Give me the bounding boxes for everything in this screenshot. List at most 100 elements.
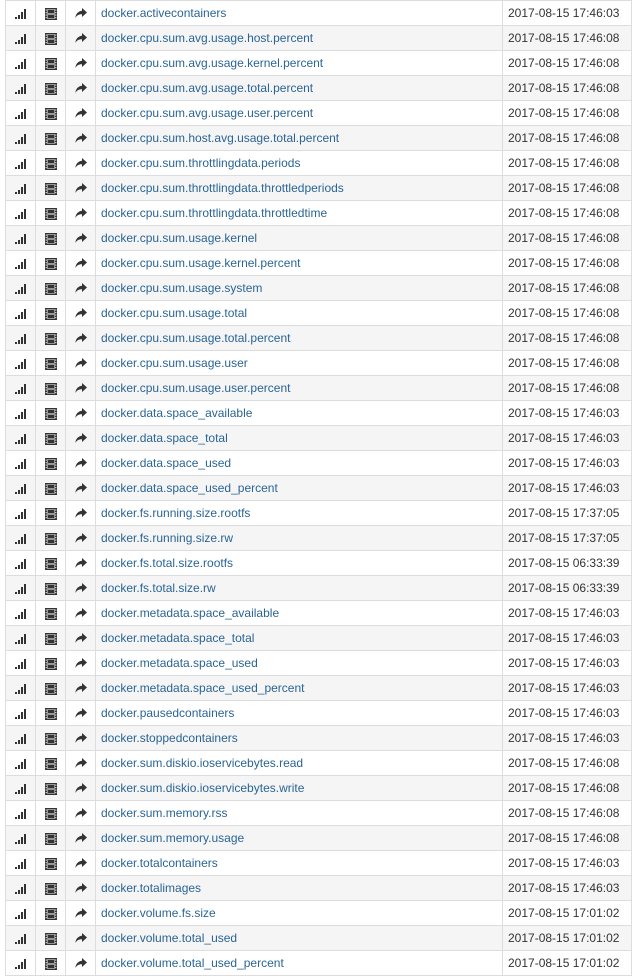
signal-bars-icon[interactable] (14, 458, 27, 469)
metric-name-link[interactable]: docker.data.space_total (101, 431, 228, 445)
signal-bars-icon[interactable] (14, 858, 27, 869)
signal-bars-icon[interactable] (14, 258, 27, 269)
share-arrow-icon[interactable] (74, 658, 87, 669)
share-cell[interactable] (65, 275, 96, 301)
share-cell[interactable] (65, 475, 96, 501)
share-arrow-icon[interactable] (74, 608, 87, 619)
signal-bars-icon[interactable] (14, 483, 27, 494)
signal-bars-icon[interactable] (14, 808, 27, 819)
film-icon[interactable] (44, 282, 57, 295)
film-icon[interactable] (44, 82, 57, 95)
share-arrow-icon[interactable] (74, 833, 87, 844)
film-cell[interactable] (35, 625, 66, 651)
share-cell[interactable] (65, 0, 96, 26)
metric-name-link[interactable]: docker.fs.running.size.rootfs (101, 506, 250, 520)
signal-bars-icon[interactable] (14, 558, 27, 569)
signal-bars-icon[interactable] (14, 183, 27, 194)
signal-bars-icon[interactable] (14, 833, 27, 844)
signal-bars-icon[interactable] (14, 908, 27, 919)
metric-name-link[interactable]: docker.cpu.sum.usage.kernel (101, 231, 257, 245)
chart-cell[interactable] (5, 175, 36, 201)
chart-cell[interactable] (5, 675, 36, 701)
chart-cell[interactable] (5, 475, 36, 501)
film-icon[interactable] (44, 407, 57, 420)
share-cell[interactable] (65, 700, 96, 726)
metric-name-link[interactable]: docker.cpu.sum.throttlingdata.periods (101, 156, 300, 170)
film-cell[interactable] (35, 550, 66, 576)
metric-name-link[interactable]: docker.metadata.space_total (101, 631, 254, 645)
chart-cell[interactable] (5, 750, 36, 776)
film-cell[interactable] (35, 225, 66, 251)
chart-cell[interactable] (5, 125, 36, 151)
signal-bars-icon[interactable] (14, 508, 27, 519)
share-arrow-icon[interactable] (74, 883, 87, 894)
share-cell[interactable] (65, 450, 96, 476)
chart-cell[interactable] (5, 825, 36, 851)
film-icon[interactable] (44, 207, 57, 220)
share-arrow-icon[interactable] (74, 33, 87, 44)
metric-name-link[interactable]: docker.totalcontainers (101, 856, 218, 870)
share-cell[interactable] (65, 725, 96, 751)
chart-cell[interactable] (5, 625, 36, 651)
share-arrow-icon[interactable] (74, 908, 87, 919)
share-arrow-icon[interactable] (74, 208, 87, 219)
metric-name-link[interactable]: docker.cpu.sum.avg.usage.user.percent (101, 106, 313, 120)
share-cell[interactable] (65, 325, 96, 351)
share-arrow-icon[interactable] (74, 708, 87, 719)
share-arrow-icon[interactable] (74, 108, 87, 119)
chart-cell[interactable] (5, 275, 36, 301)
film-cell[interactable] (35, 900, 66, 926)
signal-bars-icon[interactable] (14, 683, 27, 694)
chart-cell[interactable] (5, 375, 36, 401)
metric-name-link[interactable]: docker.sum.memory.usage (101, 831, 244, 845)
chart-cell[interactable] (5, 350, 36, 376)
share-cell[interactable] (65, 75, 96, 101)
chart-cell[interactable] (5, 850, 36, 876)
share-arrow-icon[interactable] (74, 508, 87, 519)
share-arrow-icon[interactable] (74, 808, 87, 819)
film-cell[interactable] (35, 175, 66, 201)
film-cell[interactable] (35, 275, 66, 301)
share-cell[interactable] (65, 125, 96, 151)
film-icon[interactable] (44, 632, 57, 645)
share-arrow-icon[interactable] (74, 758, 87, 769)
film-cell[interactable] (35, 700, 66, 726)
film-cell[interactable] (35, 500, 66, 526)
film-cell[interactable] (35, 125, 66, 151)
signal-bars-icon[interactable] (14, 883, 27, 894)
signal-bars-icon[interactable] (14, 933, 27, 944)
film-cell[interactable] (35, 300, 66, 326)
share-cell[interactable] (65, 100, 96, 126)
metric-name-link[interactable]: docker.cpu.sum.usage.system (101, 281, 262, 295)
film-cell[interactable] (35, 50, 66, 76)
film-cell[interactable] (35, 575, 66, 601)
share-arrow-icon[interactable] (74, 958, 87, 969)
metric-name-link[interactable]: docker.cpu.sum.usage.user.percent (101, 381, 290, 395)
signal-bars-icon[interactable] (14, 758, 27, 769)
film-cell[interactable] (35, 425, 66, 451)
signal-bars-icon[interactable] (14, 408, 27, 419)
share-arrow-icon[interactable] (74, 358, 87, 369)
chart-cell[interactable] (5, 425, 36, 451)
film-icon[interactable] (44, 432, 57, 445)
share-cell[interactable] (65, 200, 96, 226)
film-icon[interactable] (44, 132, 57, 145)
chart-cell[interactable] (5, 300, 36, 326)
signal-bars-icon[interactable] (14, 158, 27, 169)
film-icon[interactable] (44, 657, 57, 670)
share-arrow-icon[interactable] (74, 58, 87, 69)
share-cell[interactable] (65, 650, 96, 676)
share-cell[interactable] (65, 50, 96, 76)
chart-cell[interactable] (5, 775, 36, 801)
film-icon[interactable] (44, 907, 57, 920)
share-cell[interactable] (65, 800, 96, 826)
chart-cell[interactable] (5, 75, 36, 101)
metric-name-link[interactable]: docker.cpu.sum.usage.user (101, 356, 248, 370)
chart-cell[interactable] (5, 250, 36, 276)
share-cell[interactable] (65, 250, 96, 276)
metric-name-link[interactable]: docker.stoppedcontainers (101, 731, 238, 745)
share-cell[interactable] (65, 225, 96, 251)
film-cell[interactable] (35, 825, 66, 851)
share-cell[interactable] (65, 600, 96, 626)
signal-bars-icon[interactable] (14, 108, 27, 119)
